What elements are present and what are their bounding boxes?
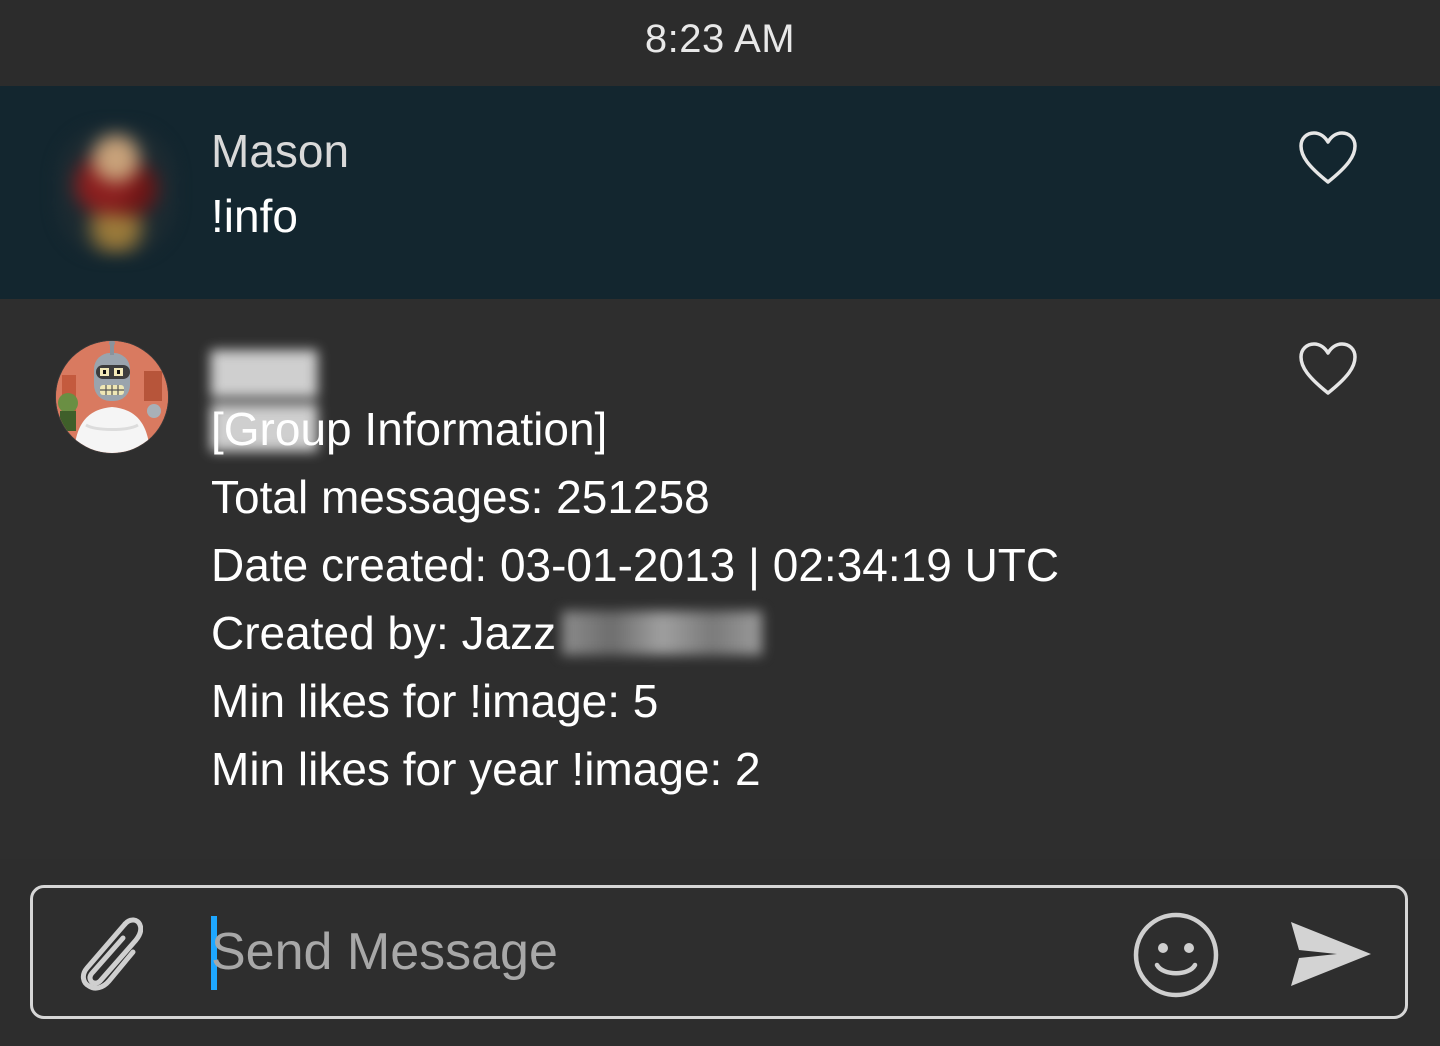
message-line: Min likes for !image: 5 <box>211 675 659 727</box>
message-composer <box>30 885 1408 1019</box>
bender-avatar-image <box>56 341 168 453</box>
avatar[interactable] <box>56 341 168 453</box>
message-text: !info <box>211 190 298 242</box>
message-item-mason[interactable]: Mason !info <box>0 86 1440 299</box>
redacted-surname <box>562 611 763 655</box>
paperclip-icon[interactable] <box>63 910 143 994</box>
message-line: Total messages: 251258 <box>211 471 710 523</box>
message-item-bot[interactable]: ▇▇▇ ▇▇▇ [Group Information] Total messag… <box>0 299 1440 859</box>
message-line: Date created: 03-01-2013 | 02:34:19 UTC <box>211 539 1060 591</box>
message-line: [Group Information] <box>211 403 608 455</box>
timestamp-bar: 8:23 AM <box>0 0 1440 86</box>
chat-screen: 8:23 AM Mason !info ▇▇▇ ▇▇▇ [Group Infor… <box>0 0 1440 1046</box>
send-arrow-icon[interactable] <box>1285 916 1375 992</box>
heart-icon[interactable] <box>1298 341 1358 397</box>
message-author[interactable]: Mason <box>211 124 349 178</box>
message-author-redacted[interactable]: ▇▇▇ ▇▇▇ <box>211 343 361 450</box>
heart-icon[interactable] <box>1298 130 1358 186</box>
message-input[interactable] <box>211 916 1091 988</box>
message-line: Min likes for year !image: 2 <box>211 743 761 795</box>
avatar[interactable] <box>56 126 176 256</box>
smiley-icon[interactable] <box>1131 910 1221 1000</box>
time-label: 8:23 AM <box>644 16 796 61</box>
message-line: Created by: Jazz <box>211 607 557 659</box>
message-body: [Group Information] Total messages: 2512… <box>211 395 1059 803</box>
message-line-creator: Created by: Jazz <box>211 599 1059 667</box>
